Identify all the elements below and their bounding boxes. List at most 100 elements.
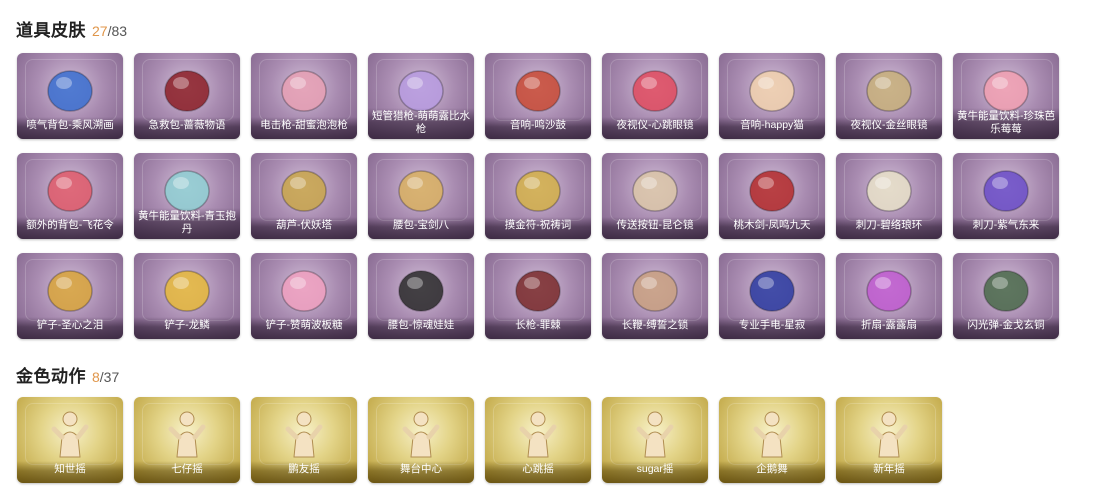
cat-speaker-icon xyxy=(737,59,807,119)
pose-figure-icon xyxy=(854,403,924,463)
pose-figure-icon xyxy=(737,403,807,463)
skin-card[interactable]: 音响-happy猫 xyxy=(719,53,825,139)
skin-card[interactable]: 铲子-赞萌波板糖 xyxy=(251,253,357,339)
card-label: 喷气背包-乘风溯画 xyxy=(17,117,123,139)
card-label: 黄牛能量饮料-青玉抱丹 xyxy=(134,208,240,239)
skin-card[interactable]: 喷气背包-乘风溯画 xyxy=(17,53,123,139)
lollipop-shovel-icon xyxy=(269,259,339,319)
pose-figure-icon xyxy=(269,403,339,463)
card-label: 刺刀-紫气东来 xyxy=(953,217,1059,239)
card-label: 腰包-惊魂娃娃 xyxy=(368,317,474,339)
card-label: 铲子-赞萌波板糖 xyxy=(251,317,357,339)
card-label: 传送按钮-昆仑镜 xyxy=(602,217,708,239)
skin-card[interactable]: 折扇-露露扇 xyxy=(836,253,942,339)
skin-card[interactable]: 闪光弹-金戈玄铜 xyxy=(953,253,1059,339)
card-label: 音响-鸣沙鼓 xyxy=(485,117,591,139)
emotes-owned-count: 8 xyxy=(92,369,100,385)
card-label: 腰包-宝剑八 xyxy=(368,217,474,239)
flashlight-icon xyxy=(737,259,807,319)
skin-card[interactable]: 长枪-罪棘 xyxy=(485,253,591,339)
card-label: 铲子-龙鳞 xyxy=(134,317,240,339)
skin-card[interactable]: 夜视仪-金丝眼镜 xyxy=(836,53,942,139)
skins-owned-count: 27 xyxy=(92,23,108,39)
chain-whip-icon xyxy=(620,259,690,319)
card-label: 葫芦-伏妖塔 xyxy=(251,217,357,239)
skin-card[interactable]: 刺刀-碧络琅环 xyxy=(836,153,942,239)
firstaid-kit-icon xyxy=(152,59,222,119)
card-label: 舞台中心 xyxy=(368,461,474,483)
skin-card[interactable]: 专业手电-星寂 xyxy=(719,253,825,339)
shovel-heart-icon xyxy=(35,259,105,319)
emote-card[interactable]: 七仔摇 xyxy=(134,397,240,483)
pose-figure-icon xyxy=(620,403,690,463)
card-label: sugar摇 xyxy=(602,461,708,483)
card-label: 桃木剑-凤鸣九天 xyxy=(719,217,825,239)
card-label: 电击枪-甜蜜泡泡枪 xyxy=(251,117,357,139)
skin-card[interactable]: 铲子-龙鳞 xyxy=(134,253,240,339)
skin-card[interactable]: 急救包-蔷薇物语 xyxy=(134,53,240,139)
jade-dagger-icon xyxy=(854,159,924,219)
card-label: 企鹅舞 xyxy=(719,461,825,483)
heart-pouch-icon xyxy=(386,159,456,219)
jetpack-icon xyxy=(35,59,105,119)
emotes-section-title: 金色动作 8/37 xyxy=(16,362,119,388)
emote-card[interactable]: 知世摇 xyxy=(17,397,123,483)
card-label: 额外的背包-飞花令 xyxy=(17,217,123,239)
skins-title: 道具皮肤 xyxy=(16,21,86,40)
emote-card[interactable]: 心跳摇 xyxy=(485,397,591,483)
skin-card[interactable]: 黄牛能量饮料-青玉抱丹 xyxy=(134,153,240,239)
card-label: 铲子-圣心之泪 xyxy=(17,317,123,339)
card-label: 黄牛能量饮料-珍珠芭乐莓莓 xyxy=(953,108,1059,139)
skin-card[interactable]: 腰包-惊魂娃娃 xyxy=(368,253,474,339)
emote-card[interactable]: 舞台中心 xyxy=(368,397,474,483)
skin-card[interactable]: 额外的背包-飞花令 xyxy=(17,153,123,239)
dragon-shovel-icon xyxy=(152,259,222,319)
pose-figure-icon xyxy=(386,403,456,463)
skin-card[interactable]: 腰包-宝剑八 xyxy=(368,153,474,239)
bubble-gun-icon xyxy=(269,59,339,119)
fan-icon xyxy=(854,259,924,319)
heart-glasses-icon xyxy=(620,59,690,119)
card-label: 新年摇 xyxy=(836,461,942,483)
grenade-icon xyxy=(971,259,1041,319)
skin-card[interactable]: 刺刀-紫气东来 xyxy=(953,153,1059,239)
emote-card[interactable]: sugar摇 xyxy=(602,397,708,483)
emotes-total-count: /37 xyxy=(99,369,120,385)
card-label: 短管猎枪-萌萌露比水枪 xyxy=(368,108,474,139)
skin-card[interactable]: 传送按钮-昆仑镜 xyxy=(602,153,708,239)
red-sword-icon xyxy=(737,159,807,219)
pagoda-icon xyxy=(269,159,339,219)
emote-card[interactable]: 新年摇 xyxy=(836,397,942,483)
card-label: 折扇-露露扇 xyxy=(836,317,942,339)
card-label: 心跳摇 xyxy=(485,461,591,483)
skull-pouch-icon xyxy=(386,259,456,319)
card-label: 夜视仪-金丝眼镜 xyxy=(836,117,942,139)
skin-card[interactable]: 铲子-圣心之泪 xyxy=(17,253,123,339)
emote-card[interactable]: 企鹅舞 xyxy=(719,397,825,483)
skin-card[interactable]: 短管猎枪-萌萌露比水枪 xyxy=(368,53,474,139)
skin-card[interactable]: 音响-鸣沙鼓 xyxy=(485,53,591,139)
pose-figure-icon xyxy=(503,403,573,463)
pose-figure-icon xyxy=(152,403,222,463)
emote-card[interactable]: 鹏友摇 xyxy=(251,397,357,483)
purple-dagger-icon xyxy=(971,159,1041,219)
card-label: 刺刀-碧络琅环 xyxy=(836,217,942,239)
skin-card[interactable]: 电击枪-甜蜜泡泡枪 xyxy=(251,53,357,139)
skin-card[interactable]: 葫芦-伏妖塔 xyxy=(251,153,357,239)
card-label: 音响-happy猫 xyxy=(719,117,825,139)
card-label: 长枪-罪棘 xyxy=(485,317,591,339)
emotes-count: 8/37 xyxy=(92,369,119,385)
mirror-icon xyxy=(620,159,690,219)
card-label: 七仔摇 xyxy=(134,461,240,483)
emotes-title: 金色动作 xyxy=(16,367,86,386)
skin-card[interactable]: 桃木剑-凤鸣九天 xyxy=(719,153,825,239)
skin-card[interactable]: 摸金符-祝祷词 xyxy=(485,153,591,239)
card-label: 鹏友摇 xyxy=(251,461,357,483)
card-label: 急救包-蔷薇物语 xyxy=(134,117,240,139)
skin-card[interactable]: 黄牛能量饮料-珍珠芭乐莓莓 xyxy=(953,53,1059,139)
drum-speaker-icon xyxy=(503,59,573,119)
skin-card[interactable]: 长鞭-缚誓之锁 xyxy=(602,253,708,339)
skin-card[interactable]: 夜视仪-心跳眼镜 xyxy=(602,53,708,139)
amulet-icon xyxy=(503,159,573,219)
card-label: 长鞭-缚誓之锁 xyxy=(602,317,708,339)
